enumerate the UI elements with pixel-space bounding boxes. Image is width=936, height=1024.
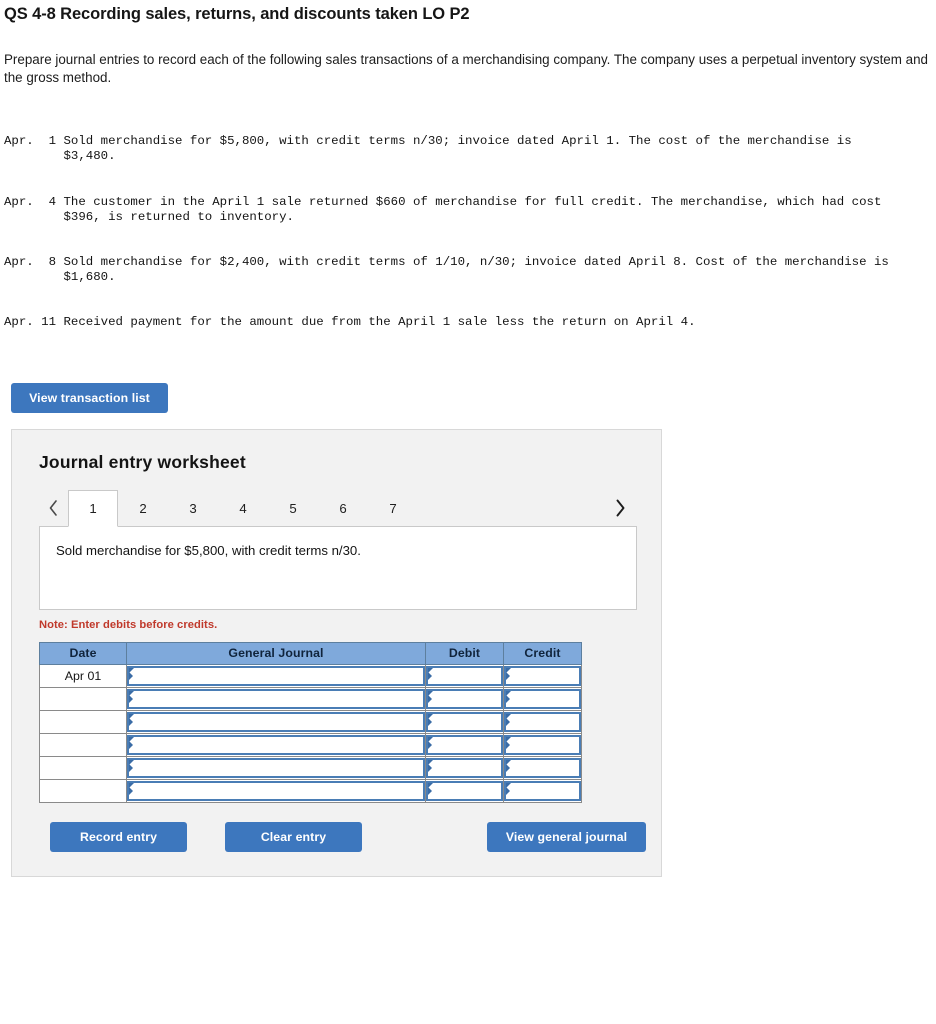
chevron-left-icon[interactable] <box>39 490 68 527</box>
general-journal-input[interactable] <box>127 757 425 778</box>
credit-input[interactable] <box>504 688 581 709</box>
page-title: QS 4-8 Recording sales, returns, and dis… <box>4 5 470 23</box>
date-cell[interactable] <box>39 778 127 803</box>
worksheet-tab-4[interactable]: 4 <box>218 490 268 527</box>
general-journal-input[interactable] <box>127 665 425 686</box>
table-row <box>39 709 582 734</box>
date-cell[interactable]: Apr 01 <box>39 663 127 688</box>
date-cell[interactable] <box>39 686 127 711</box>
credit-input[interactable] <box>504 757 581 778</box>
table-row <box>39 755 582 780</box>
column-header-general-journal: General Journal <box>126 641 426 665</box>
credit-input[interactable] <box>504 711 581 732</box>
general-journal-input[interactable] <box>127 688 425 709</box>
debit-input[interactable] <box>426 711 503 732</box>
debit-input-cell[interactable] <box>425 778 504 803</box>
date-cell[interactable] <box>39 755 127 780</box>
credit-input-cell[interactable] <box>503 663 582 688</box>
credit-input-cell[interactable] <box>503 709 582 734</box>
general-journal-input-cell[interactable] <box>126 663 426 688</box>
debit-input[interactable] <box>426 688 503 709</box>
table-row: Apr 01 <box>39 663 582 688</box>
general-journal-input[interactable] <box>127 711 425 732</box>
record-entry-button[interactable]: Record entry <box>50 821 187 852</box>
debit-input-cell[interactable] <box>425 732 504 757</box>
date-cell[interactable] <box>39 709 127 734</box>
journal-entry-worksheet-panel: Journal entry worksheet 1 2 3 4 5 6 7 So… <box>11 428 662 877</box>
worksheet-prompt-text: Sold merchandise for $5,800, with credit… <box>56 542 361 558</box>
transaction-line: Apr. 4 The customer in the April 1 sale … <box>4 194 882 224</box>
question-instructions: Prepare journal entries to record each o… <box>4 52 928 85</box>
general-journal-input-cell[interactable] <box>126 709 426 734</box>
transaction-list-text: Apr. 1 Sold merchandise for $5,800, with… <box>0 86 936 361</box>
table-row <box>39 686 582 711</box>
worksheet-tab-3[interactable]: 3 <box>168 490 218 527</box>
worksheet-tab-1[interactable]: 1 <box>68 489 118 527</box>
worksheet-title: Journal entry worksheet <box>39 451 246 472</box>
general-journal-input[interactable] <box>127 734 425 755</box>
worksheet-tab-strip: 1 2 3 4 5 6 7 <box>39 489 637 527</box>
worksheet-tab-5[interactable]: 5 <box>268 490 318 527</box>
table-row <box>39 778 582 803</box>
chevron-right-icon[interactable] <box>603 490 637 527</box>
debit-input[interactable] <box>426 734 503 755</box>
debit-input[interactable] <box>426 780 503 801</box>
transaction-line: Apr. 1 Sold merchandise for $5,800, with… <box>4 134 852 164</box>
general-journal-input-cell[interactable] <box>126 732 426 757</box>
view-transaction-list-button[interactable]: View transaction list <box>11 382 168 413</box>
credit-input[interactable] <box>504 734 581 755</box>
debit-input-cell[interactable] <box>425 709 504 734</box>
debit-input-cell[interactable] <box>425 755 504 780</box>
debit-input[interactable] <box>426 757 503 778</box>
credit-input-cell[interactable] <box>503 686 582 711</box>
debits-before-credits-note: Note: Enter debits before credits. <box>39 618 218 631</box>
credit-input-cell[interactable] <box>503 732 582 757</box>
worksheet-prompt-box: Sold merchandise for $5,800, with credit… <box>39 525 637 610</box>
transaction-line: Apr. 11 Received payment for the amount … <box>4 315 696 330</box>
general-journal-input-cell[interactable] <box>126 778 426 803</box>
view-general-journal-button[interactable]: View general journal <box>487 821 646 852</box>
debit-input[interactable] <box>426 665 503 686</box>
credit-input[interactable] <box>504 665 581 686</box>
debit-input-cell[interactable] <box>425 663 504 688</box>
question-page: QS 4-8 Recording sales, returns, and dis… <box>0 0 936 1024</box>
debit-input-cell[interactable] <box>425 686 504 711</box>
general-journal-table: Date General Journal Debit Credit Apr 01 <box>39 641 582 803</box>
column-header-credit: Credit <box>503 641 582 665</box>
worksheet-tab-2[interactable]: 2 <box>118 490 168 527</box>
date-cell[interactable] <box>39 732 127 757</box>
worksheet-action-row: Record entry Clear entry View general jo… <box>39 821 649 852</box>
credit-input-cell[interactable] <box>503 755 582 780</box>
general-journal-input-cell[interactable] <box>126 686 426 711</box>
column-header-date: Date <box>39 641 127 665</box>
table-header-row: Date General Journal Debit Credit <box>39 641 582 665</box>
table-row <box>39 732 582 757</box>
worksheet-tab-6[interactable]: 6 <box>318 490 368 527</box>
credit-input[interactable] <box>504 780 581 801</box>
general-journal-input[interactable] <box>127 780 425 801</box>
transaction-line: Apr. 8 Sold merchandise for $2,400, with… <box>4 254 889 285</box>
column-header-debit: Debit <box>425 641 504 665</box>
worksheet-tab-7[interactable]: 7 <box>368 490 418 527</box>
general-journal-input-cell[interactable] <box>126 755 426 780</box>
clear-entry-button[interactable]: Clear entry <box>225 821 362 852</box>
credit-input-cell[interactable] <box>503 778 582 803</box>
